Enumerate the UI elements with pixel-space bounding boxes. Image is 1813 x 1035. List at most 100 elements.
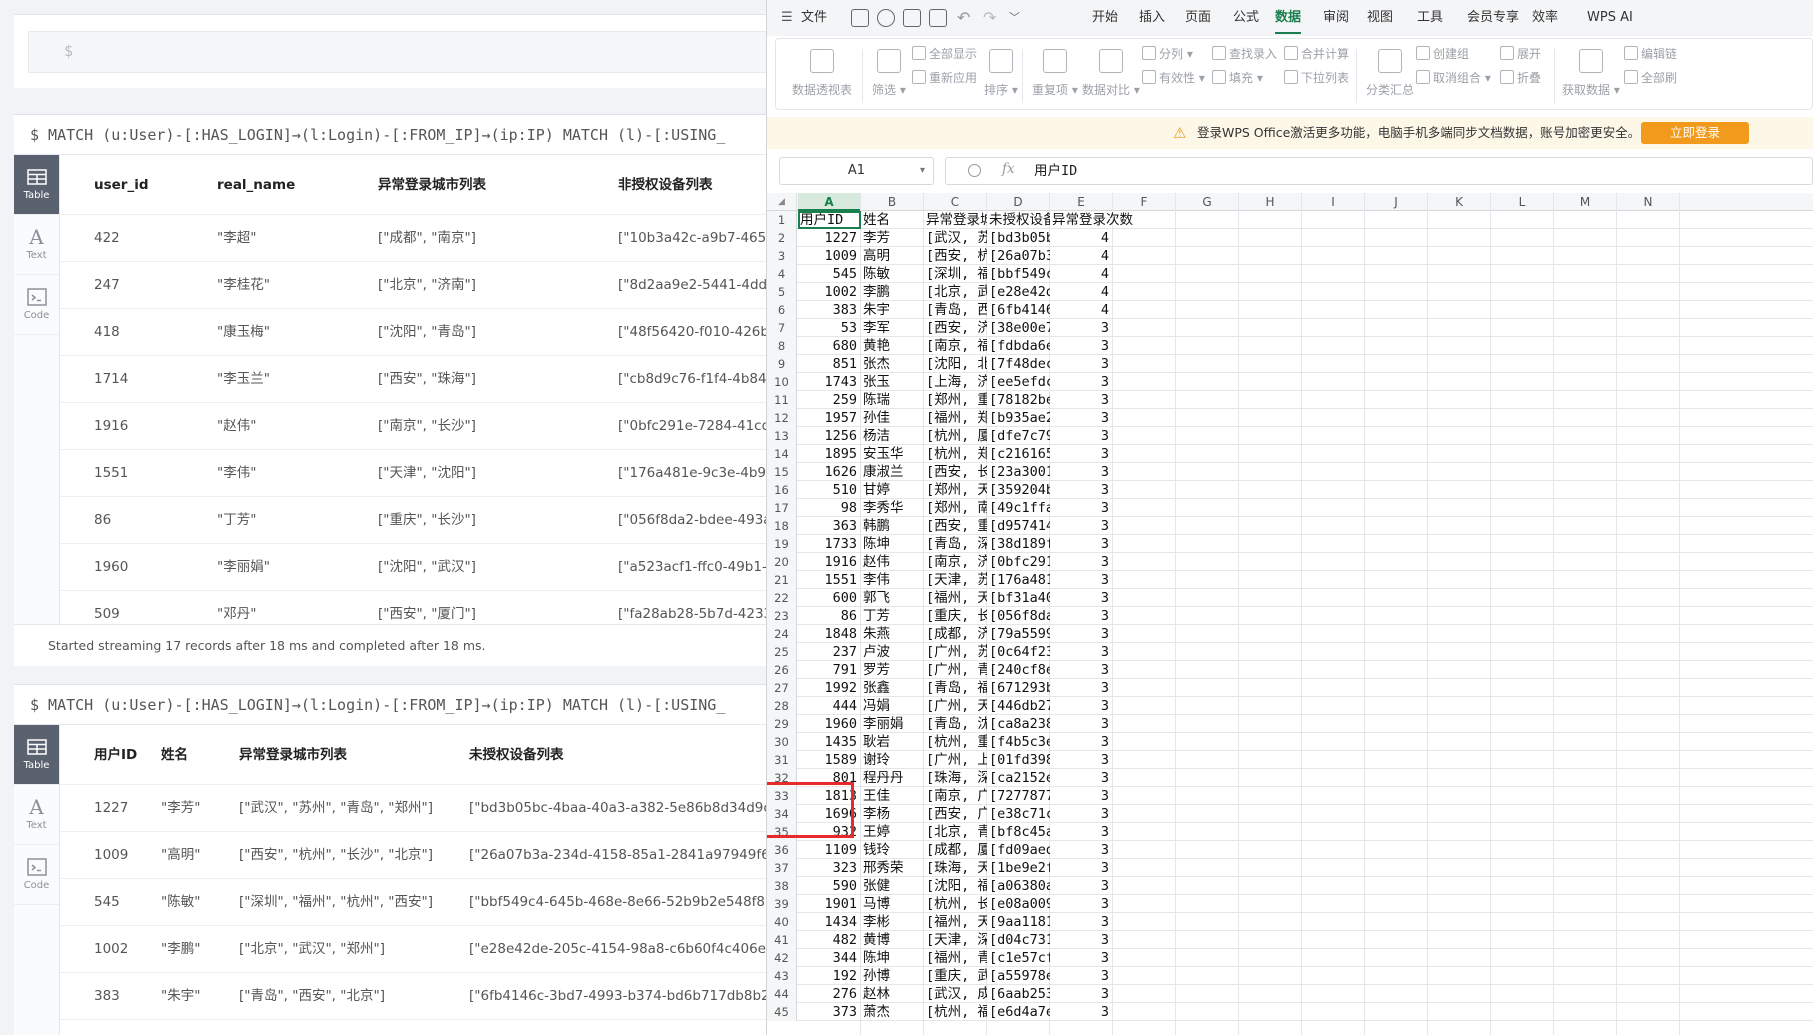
column-header[interactable]: I	[1302, 193, 1365, 211]
cell[interactable]: [bf8c45af	[989, 823, 1050, 841]
cell[interactable]: [38e00e79	[989, 319, 1050, 337]
tab-table[interactable]: Table	[14, 725, 59, 785]
cell[interactable]: [上海, 济南	[926, 373, 987, 391]
cell[interactable]: 陈坤	[863, 949, 924, 967]
cell[interactable]: [珠海, 深圳	[926, 769, 987, 787]
cell[interactable]: 3	[1050, 967, 1109, 985]
cell[interactable]: [1be9e2fe	[989, 859, 1050, 877]
cell[interactable]: 3	[1050, 733, 1109, 751]
row-number[interactable]: 31	[767, 751, 797, 769]
cell[interactable]: [南京, 广州	[926, 787, 987, 805]
cell[interactable]: 3	[1050, 751, 1109, 769]
redo-icon[interactable]: ↷	[983, 0, 996, 36]
row-number[interactable]: 45	[767, 1003, 797, 1021]
cell[interactable]: [青岛, 福州	[926, 679, 987, 697]
cell[interactable]: [7f48decf	[989, 355, 1050, 373]
row-number[interactable]: 36	[767, 841, 797, 859]
column-header[interactable]: H	[1239, 193, 1302, 211]
frame-query[interactable]: $ MATCH (u:User)-[:HAS_LOGIN]→(l:Login)-…	[14, 115, 766, 155]
cell[interactable]: 86	[798, 607, 857, 625]
reapply-button[interactable]: 重新应用	[912, 69, 977, 86]
cell[interactable]: 4	[1050, 265, 1109, 283]
cell[interactable]: 1434	[798, 913, 857, 931]
cell[interactable]: [c1e57cf5	[989, 949, 1050, 967]
cell[interactable]: 3	[1050, 499, 1109, 517]
cell[interactable]: 3	[1050, 1003, 1109, 1021]
cell[interactable]: [深圳, 福州	[926, 265, 987, 283]
cell[interactable]: 张玉	[863, 373, 924, 391]
cell[interactable]: 3	[1050, 481, 1109, 499]
select-all-corner[interactable]: ◢	[767, 193, 797, 211]
cell[interactable]: [23a30014	[989, 463, 1050, 481]
cell[interactable]: [郑州, 天津	[926, 481, 987, 499]
menu-tab[interactable]: 效率	[1532, 0, 1558, 36]
cell[interactable]: [9aa1181f	[989, 913, 1050, 931]
cell[interactable]: [26a07b3a	[989, 247, 1050, 265]
cell[interactable]: 萧杰	[863, 1003, 924, 1021]
cell[interactable]: 3	[1050, 679, 1109, 697]
hamburger-icon[interactable]: ☰	[781, 0, 793, 36]
cell[interactable]: 王佳	[863, 787, 924, 805]
cell[interactable]: 3	[1050, 661, 1109, 679]
cell[interactable]: 4	[1050, 301, 1109, 319]
cell[interactable]: 谢玲	[863, 751, 924, 769]
cell[interactable]: 3	[1050, 373, 1109, 391]
cell[interactable]: 赵林	[863, 985, 924, 1003]
cell[interactable]: 1009	[798, 247, 857, 265]
cell[interactable]: [广州, 上海	[926, 751, 987, 769]
cell[interactable]: [bf31a403	[989, 589, 1050, 607]
cell[interactable]: [郑州, 重庆	[926, 391, 987, 409]
cell[interactable]: 3	[1050, 355, 1109, 373]
cell[interactable]: 3	[1050, 553, 1109, 571]
cell[interactable]: 3	[1050, 427, 1109, 445]
cell[interactable]: 李彬	[863, 913, 924, 931]
cell[interactable]: [ca2152e4	[989, 769, 1050, 787]
row-number[interactable]: 21	[767, 571, 797, 589]
cell[interactable]: 3	[1050, 445, 1109, 463]
cell[interactable]: 姓名	[863, 211, 924, 229]
print-icon[interactable]	[903, 9, 921, 27]
chevron-down-icon[interactable]: ▾	[920, 158, 925, 184]
zoom-icon[interactable]	[968, 164, 981, 177]
login-now-button[interactable]: 立即登录	[1641, 122, 1749, 144]
cell[interactable]: [南京, 福州	[926, 337, 987, 355]
cell[interactable]: 罗芳	[863, 661, 924, 679]
row-number[interactable]: 7	[767, 319, 797, 337]
cell[interactable]: 344	[798, 949, 857, 967]
cell[interactable]: 3	[1050, 463, 1109, 481]
cell[interactable]: 3	[1050, 769, 1109, 787]
menu-tab[interactable]: 数据	[1275, 0, 1302, 36]
row-number[interactable]: 38	[767, 877, 797, 895]
dropdown-list-button[interactable]: 下拉列表	[1284, 69, 1349, 86]
row-number[interactable]: 14	[767, 445, 797, 463]
cell[interactable]: 1227	[798, 229, 857, 247]
cell[interactable]: [dfe7c797	[989, 427, 1050, 445]
cell[interactable]: 甘婷	[863, 481, 924, 499]
cell[interactable]: 545	[798, 265, 857, 283]
column-header[interactable]: M	[1554, 193, 1617, 211]
menu-tab[interactable]: 公式	[1233, 0, 1259, 36]
cell[interactable]: 510	[798, 481, 857, 499]
cell[interactable]: 444	[798, 697, 857, 715]
cell[interactable]: 邢秀荣	[863, 859, 924, 877]
row-number[interactable]: 2	[767, 229, 797, 247]
cell[interactable]: [北京, 武汉	[926, 283, 987, 301]
save-icon[interactable]	[851, 9, 869, 27]
print-preview-icon[interactable]	[929, 9, 947, 27]
row-number[interactable]: 27	[767, 679, 797, 697]
collapse-button[interactable]: 折叠	[1500, 69, 1541, 86]
cell[interactable]: 李鹏	[863, 283, 924, 301]
cell[interactable]: [e28e42de	[989, 283, 1050, 301]
cell[interactable]: [bd3b05bc	[989, 229, 1050, 247]
lookup-entry-button[interactable]: 查找录入	[1212, 45, 1277, 62]
cell[interactable]: 791	[798, 661, 857, 679]
menu-tab[interactable]: 工具	[1417, 0, 1443, 36]
row-number[interactable]: 20	[767, 553, 797, 571]
cell[interactable]: 1916	[798, 553, 857, 571]
cell[interactable]: 3	[1050, 517, 1109, 535]
cell[interactable]: 680	[798, 337, 857, 355]
row-number[interactable]: 4	[767, 265, 797, 283]
cell[interactable]: 1895	[798, 445, 857, 463]
cell[interactable]: 1551	[798, 571, 857, 589]
cell[interactable]: [176a481e	[989, 571, 1050, 589]
